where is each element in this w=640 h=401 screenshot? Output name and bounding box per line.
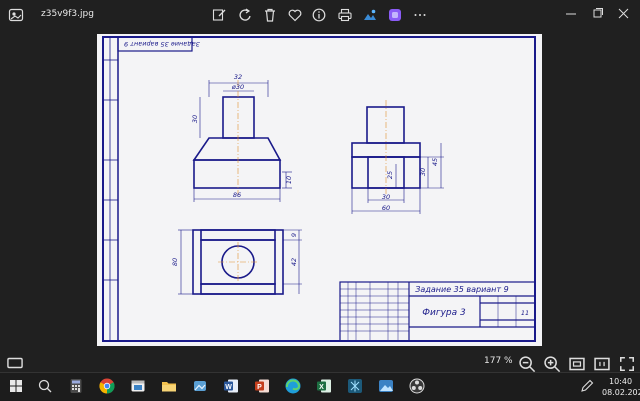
obs-icon[interactable] (408, 377, 426, 395)
word-icon[interactable]: W (222, 377, 240, 395)
file-explorer-icon[interactable] (160, 377, 178, 395)
fit-window-icon[interactable] (568, 355, 585, 371)
stamp-top-text: Задание 35 вариант 9 (124, 40, 200, 48)
sheet-number: 11 (521, 309, 529, 317)
calculator-icon[interactable] (67, 377, 85, 395)
start-icon[interactable] (7, 377, 25, 395)
cad-app-icon[interactable] (346, 377, 364, 395)
clock-time[interactable]: 10:40 (609, 377, 632, 386)
dim-phi30: ø30 (231, 83, 244, 91)
excel-icon[interactable]: X (315, 377, 333, 395)
dim-30-front: 30 (191, 115, 199, 123)
zoom-out-icon[interactable] (518, 355, 536, 373)
fullscreen-icon[interactable] (618, 355, 634, 371)
filmstrip-icon[interactable] (6, 354, 23, 369)
image-viewer-app-icon[interactable] (377, 377, 395, 395)
dim-80: 80 (171, 258, 179, 266)
zoom-level: 177 % (484, 356, 513, 366)
actual-size-icon[interactable] (593, 355, 610, 371)
terminal-icon[interactable] (129, 377, 147, 395)
photos-icon[interactable] (191, 377, 209, 395)
dim-42: 42 (290, 258, 298, 266)
technical-drawing: Задание 35 вариант 9 32 ø30 30 10 86 45 … (102, 36, 536, 342)
clock-date[interactable]: 08.02.2025 (602, 388, 640, 397)
dim-32: 32 (234, 73, 242, 81)
dim-30-side: 30 (419, 168, 427, 176)
dim-30-bottom: 30 (382, 193, 390, 201)
dim-60: 60 (382, 204, 390, 212)
dim-86: 86 (233, 191, 241, 199)
title-figure: Фигура 3 (422, 308, 466, 318)
powerpoint-icon[interactable]: P (253, 377, 271, 395)
chrome-icon[interactable] (98, 377, 116, 395)
svg-text:W: W (225, 384, 232, 391)
pen-icon[interactable] (578, 377, 596, 395)
svg-text:X: X (319, 384, 324, 391)
search-icon[interactable] (36, 377, 54, 395)
dim-25: 25 (386, 171, 394, 179)
edge-icon[interactable] (284, 377, 302, 395)
title-task: Задание 35 вариант 9 (415, 285, 508, 294)
dim-10: 10 (285, 176, 293, 184)
dim-45: 45 (431, 158, 439, 166)
zoom-in-icon[interactable] (543, 355, 561, 373)
dim-9: 9 (290, 233, 298, 237)
svg-text:P: P (257, 384, 262, 391)
